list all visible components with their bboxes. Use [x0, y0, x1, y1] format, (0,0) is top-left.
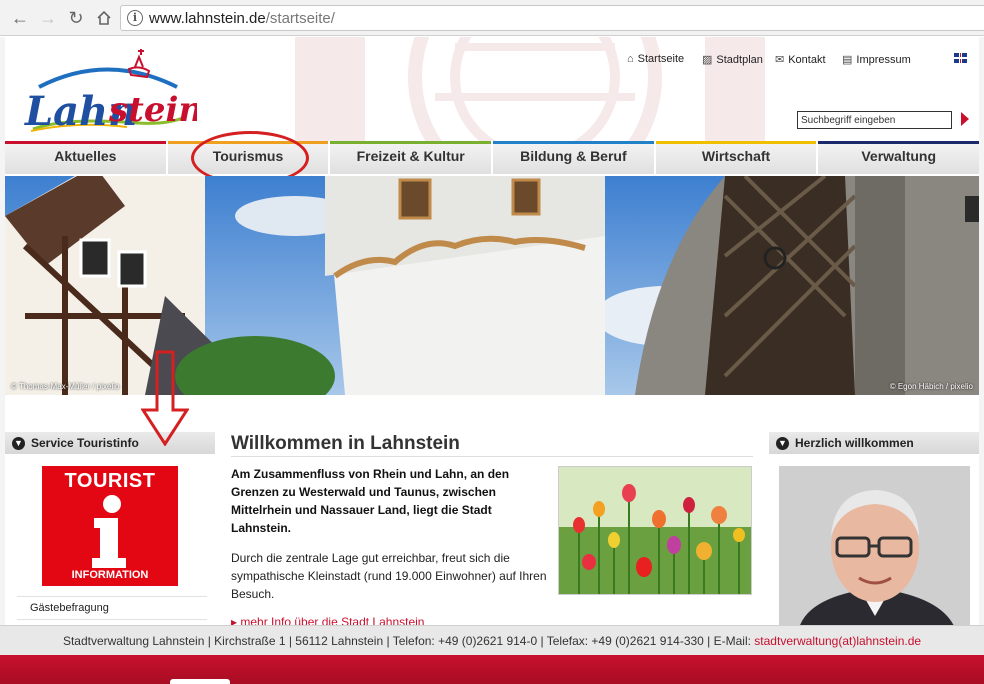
home-icon: ⌂ [627, 53, 634, 65]
home-icon[interactable] [92, 6, 116, 30]
document-icon: ▤ [842, 54, 853, 66]
intro-lead: Am Zusammenfluss von Rhein und Lahn, an … [231, 467, 510, 535]
forward-icon[interactable]: → [36, 6, 60, 30]
tulips-image [558, 466, 752, 595]
footer-address: Stadtverwaltung Lahnstein | Kirchstraße … [0, 625, 984, 655]
page: Lahn stein ⌂ Startseite ▨ Stadtplan ✉ Konta… [0, 37, 984, 684]
lahnstein-logo[interactable]: Lahn stein [17, 47, 197, 137]
mayor-portrait [779, 466, 970, 628]
reload-icon[interactable]: ↻ [64, 6, 88, 30]
link-gaestebefragung[interactable]: Gästebefragung [17, 596, 207, 620]
main-nav: Aktuelles Tourismus Freizeit & Kultur Bi… [5, 141, 980, 174]
annotation-arrow [141, 350, 189, 446]
toplink-kontakt[interactable]: ✉ Kontakt [775, 53, 826, 67]
nav-item-verwaltung[interactable]: Verwaltung [818, 141, 980, 174]
footer-band [0, 655, 984, 684]
page-title: Willkommen in Lahnstein [231, 433, 460, 454]
search-input[interactable] [797, 111, 952, 129]
nav-item-aktuelles[interactable]: Aktuelles [5, 141, 168, 174]
title-divider [231, 456, 753, 457]
toplink-startseite[interactable]: ⌂ Startseite [627, 53, 684, 65]
chevron-down-icon[interactable]: ▼ [776, 437, 789, 450]
tourist-information-badge[interactable]: TOURIST INFORMATION [42, 466, 178, 586]
intro-paragraph: Durch die zentrale Lage gut erreichbar, … [231, 551, 547, 601]
info-i-icon [92, 495, 126, 568]
photo-credit-right: © Egon Häbich / pixelio [889, 382, 973, 391]
svg-text:stein: stein [108, 90, 197, 130]
nav-item-wirtschaft[interactable]: Wirtschaft [655, 141, 819, 174]
nav-item-bildung-beruf[interactable]: Bildung & Beruf [493, 141, 656, 174]
mail-icon: ✉ [775, 54, 785, 66]
photo-credit-left: © Thomas-Max-Müller / pixelio [11, 382, 120, 391]
nav-item-freizeit-kultur[interactable]: Freizeit & Kultur [330, 141, 494, 174]
search-submit-icon[interactable] [961, 112, 969, 126]
footer-email-link[interactable]: stadtverwaltung(at)lahnstein.de [754, 634, 921, 648]
address-bar[interactable]: i www.lahnstein.de/startseite/ [120, 5, 984, 31]
back-icon[interactable]: ← [8, 6, 32, 30]
toplink-stadtplan[interactable]: ▨ Stadtplan [702, 53, 763, 67]
url-text[interactable]: www.lahnstein.de/startseite/ [149, 10, 335, 27]
site-info-icon[interactable]: i [127, 10, 143, 26]
browser-toolbar: ← → ↻ i www.lahnstein.de/startseite/ [0, 0, 984, 36]
chevron-down-icon[interactable]: ▼ [12, 437, 25, 450]
page-content: Lahn stein ⌂ Startseite ▨ Stadtplan ✉ Konta… [5, 37, 980, 684]
map-icon: ▨ [702, 54, 713, 66]
herzlich-willkommen-header[interactable]: ▼ Herzlich willkommen [769, 432, 979, 454]
toplink-impressum[interactable]: ▤ Impressum [842, 53, 911, 67]
uk-flag-icon[interactable] [954, 53, 967, 63]
